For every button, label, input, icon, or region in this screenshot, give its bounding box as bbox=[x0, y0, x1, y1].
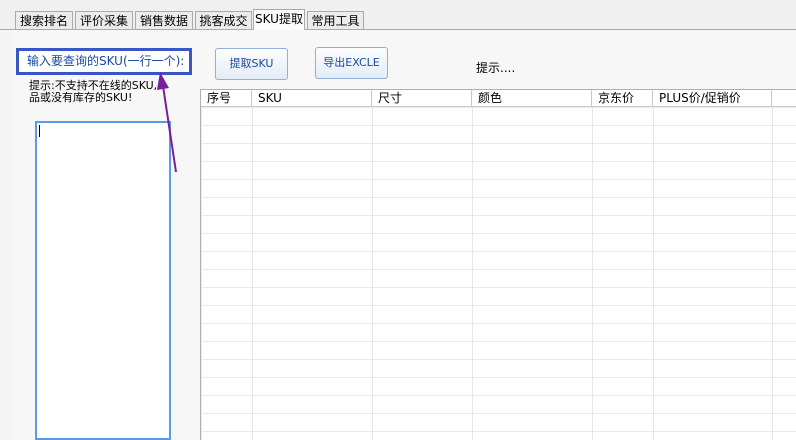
annotation-arrow-shaft bbox=[162, 85, 177, 173]
tab-sku-extract[interactable]: SKU提取 bbox=[253, 9, 305, 30]
annotation-arrow-head bbox=[157, 72, 169, 90]
annotation-arrow bbox=[157, 72, 177, 173]
